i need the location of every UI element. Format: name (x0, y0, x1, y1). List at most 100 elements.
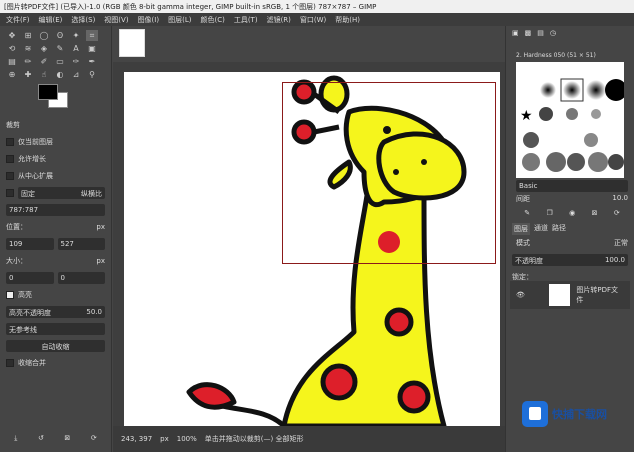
menu-colors[interactable]: 颜色(C) (200, 15, 224, 24)
menu-view[interactable]: 视图(V) (104, 15, 128, 24)
smudge-icon[interactable]: ☝ (38, 69, 50, 80)
position-unit-select[interactable]: px (96, 223, 105, 231)
clone-icon[interactable]: ⊕ (6, 69, 18, 80)
menu-edit[interactable]: 编辑(E) (39, 15, 63, 24)
brush-filter[interactable]: Basic (516, 180, 628, 192)
tool-options-title: 裁剪 (6, 120, 20, 130)
zoom-icon[interactable]: ⚲ (86, 69, 98, 80)
color-swatches[interactable] (38, 84, 111, 114)
refresh-brush-icon[interactable]: ⟳ (614, 209, 620, 217)
menu-select[interactable]: 选择(S) (71, 15, 95, 24)
gradient-icon[interactable]: ▤ (6, 56, 18, 67)
reset-icon[interactable]: ⟳ (91, 434, 97, 442)
guides-select[interactable]: 无参考线 (6, 323, 105, 335)
history-tab-icon[interactable]: ◷ (550, 29, 556, 37)
tab-paths[interactable]: 路径 (552, 223, 566, 235)
position-y-input[interactable]: 527 (58, 238, 106, 250)
unit-select[interactable]: px (160, 435, 169, 443)
edit-brush-icon[interactable]: ✎ (524, 209, 530, 217)
new-brush-icon[interactable]: ❐ (546, 209, 552, 217)
tab-layers[interactable]: 图层 (512, 223, 530, 235)
text-icon[interactable]: A (70, 43, 82, 54)
current-layer-label: 仅当前图层 (18, 137, 53, 147)
delete-icon[interactable]: ⊠ (64, 434, 70, 442)
highlight-opacity-slider[interactable]: 高亮不透明度50.0 (6, 306, 105, 318)
size-h-input[interactable]: 0 (58, 272, 106, 284)
visibility-eye-icon[interactable]: 👁 (516, 291, 525, 299)
menu-filters[interactable]: 滤镜(R) (267, 15, 291, 24)
restore-icon[interactable]: ↺ (38, 434, 44, 442)
current-layer-checkbox[interactable] (6, 138, 14, 146)
save-options-icon[interactable]: ⤓ (14, 434, 17, 443)
fixed-checkbox[interactable] (6, 189, 14, 197)
airbrush-icon[interactable]: ✑ (70, 56, 82, 67)
auto-shrink-button[interactable]: 自动收缩 (6, 340, 105, 352)
allow-growing-checkbox[interactable] (6, 155, 14, 163)
watermark-logo-icon (522, 401, 548, 427)
dodge-icon[interactable]: ◐ (54, 69, 66, 80)
status-bar: 243, 397 px 100% 单击并拖动以裁剪(—) 全部矩形 (113, 426, 505, 452)
brushes-tab-icon[interactable]: ▣ (512, 29, 519, 37)
mode-select[interactable]: 模式正常 (516, 238, 628, 248)
layer-thumbnail (549, 284, 571, 306)
menu-tools[interactable]: 工具(T) (234, 15, 258, 24)
highlight-checkbox[interactable] (6, 291, 14, 299)
pencil-icon[interactable]: ✏ (22, 56, 34, 67)
brush-icon[interactable]: ✐ (38, 56, 50, 67)
menu-image[interactable]: 图像(I) (138, 15, 160, 24)
menu-layer[interactable]: 图层(L) (168, 15, 191, 24)
eraser-icon[interactable]: ▭ (54, 56, 66, 67)
ratio-input[interactable]: 787:787 (6, 204, 105, 216)
size-label: 大小： (6, 256, 92, 266)
bucket-icon[interactable]: ▣ (86, 43, 98, 54)
brush-name: 2. Hardness 050 (51 × 51) (516, 52, 596, 59)
shrink-merged-label: 收缩合并 (18, 358, 46, 368)
transform-icon[interactable]: ⟲ (6, 43, 18, 54)
move-tool-icon[interactable]: ✥ (6, 30, 18, 41)
zoom-select[interactable]: 100% (177, 435, 197, 443)
ink-icon[interactable]: ✒ (86, 56, 98, 67)
patterns-tab-icon[interactable]: ▩ (525, 29, 532, 37)
fonts-tab-icon[interactable]: ▤ (537, 29, 544, 37)
pointer-coords: 243, 397 (121, 435, 152, 443)
paths-icon[interactable]: ✎ (54, 43, 66, 54)
status-message: 单击并拖动以裁剪(—) 全部矩形 (205, 434, 304, 444)
foreground-color[interactable] (38, 84, 58, 100)
warp-icon[interactable]: ≋ (22, 43, 34, 54)
position-x-input[interactable]: 109 (6, 238, 54, 250)
crop-rectangle[interactable] (282, 82, 496, 264)
free-select-icon[interactable]: ◯ (38, 30, 50, 41)
shrink-merged-checkbox[interactable] (6, 359, 14, 367)
brush-previews: ★ (516, 62, 624, 178)
menu-bar: 文件(F) 编辑(E) 选择(S) 视图(V) 图像(I) 图层(L) 颜色(C… (0, 13, 634, 26)
duplicate-brush-icon[interactable]: ◉ (569, 209, 575, 217)
measure-icon[interactable]: ⊿ (70, 69, 82, 80)
heal-icon[interactable]: ✚ (22, 69, 34, 80)
image-thumbnail[interactable] (119, 29, 145, 57)
window-title: [图片转PDF文件] (已导入)-1.0 (RGB 颜色 8-bit gamma… (0, 0, 634, 13)
menu-help[interactable]: 帮助(H) (335, 15, 360, 24)
fixed-mode-select[interactable]: 固定纵横比 (18, 187, 105, 199)
highlight-label: 高亮 (18, 290, 32, 300)
menu-windows[interactable]: 窗口(W) (300, 15, 326, 24)
size-w-input[interactable]: 0 (6, 272, 54, 284)
spacing-slider[interactable]: 间距10.0 (516, 194, 628, 204)
crop-tool-icon[interactable]: ⌗ (86, 30, 98, 41)
tab-channels[interactable]: 通道 (534, 223, 548, 235)
menu-file[interactable]: 文件(F) (6, 15, 30, 24)
cage-icon[interactable]: ◈ (38, 43, 50, 54)
size-unit-select[interactable]: px (96, 257, 105, 265)
tool-grid: ✥ ⊞ ◯ ʘ ✦ ⌗ ⟲ ≋ ◈ ✎ A ▣ ▤ ✏ ✐ ▭ ✑ ✒ ⊕ ✚ ☝ ◐ ⊿ ⚲ (0, 26, 111, 84)
expand-center-checkbox[interactable] (6, 172, 14, 180)
align-tool-icon[interactable]: ⊞ (22, 30, 34, 41)
brush-grid[interactable]: ★ (516, 62, 624, 178)
allow-growing-label: 允许增长 (18, 154, 46, 164)
fuzzy-select-icon[interactable]: ✦ (70, 30, 82, 41)
lasso-icon[interactable]: ʘ (54, 30, 66, 41)
watermark-text: 快捕下载网 (552, 406, 607, 422)
opacity-slider[interactable]: 不透明度100.0 (512, 254, 628, 266)
layer-row[interactable]: 👁 图片转PDF文件 (510, 281, 630, 309)
canvas-area[interactable] (113, 26, 505, 426)
toolbox: ✥ ⊞ ◯ ʘ ✦ ⌗ ⟲ ≋ ◈ ✎ A ▣ ▤ ✏ ✐ ▭ ✑ ✒ ⊕ ✚ ☝ ◐ ⊿ ⚲ 裁剪 仅当前图层 允许增… (0, 26, 112, 452)
delete-brush-icon[interactable]: ⊠ (592, 209, 598, 217)
